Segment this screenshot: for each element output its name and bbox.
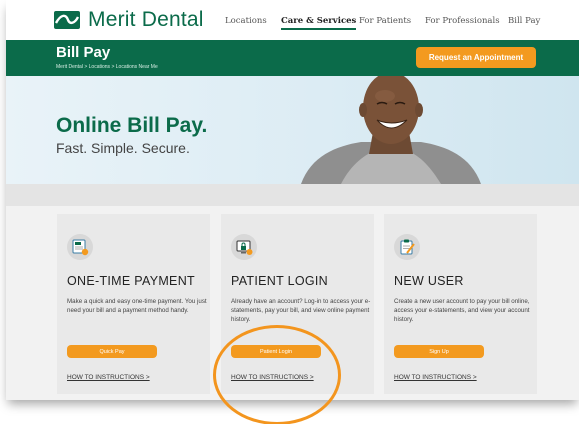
nav-for-patients[interactable]: For Patients bbox=[359, 16, 411, 26]
hero-banner: Online Bill Pay. Fast. Simple. Secure. bbox=[6, 76, 579, 184]
brand-name: Merit Dental bbox=[88, 8, 204, 31]
hero-title: Online Bill Pay. bbox=[56, 114, 208, 137]
breadcrumb[interactable]: Merit Dental > Locations > Locations Nea… bbox=[56, 64, 158, 70]
nav-locations[interactable]: Locations bbox=[225, 16, 267, 26]
card-one-time-payment: ONE-TIME PAYMENT Make a quick and easy o… bbox=[57, 214, 210, 394]
card-title: NEW USER bbox=[394, 274, 464, 288]
secure-login-icon bbox=[231, 234, 257, 260]
hero-smiling-man-image bbox=[301, 76, 481, 184]
sign-up-button[interactable]: Sign Up bbox=[394, 345, 484, 358]
top-navigation: Merit Dental Locations Care & Services F… bbox=[6, 0, 579, 40]
brand-logo[interactable]: Merit Dental bbox=[54, 8, 204, 32]
card-title: PATIENT LOGIN bbox=[231, 274, 328, 288]
quick-pay-button[interactable]: Quick Pay bbox=[67, 345, 157, 358]
divider-band bbox=[6, 184, 579, 206]
how-to-instructions-link[interactable]: HOW TO INSTRUCTIONS > bbox=[67, 374, 150, 381]
hero-subtitle: Fast. Simple. Secure. bbox=[56, 140, 190, 156]
card-title: ONE-TIME PAYMENT bbox=[67, 274, 195, 288]
card-description: Already have an account? Log-in to acces… bbox=[231, 298, 371, 323]
request-appointment-button[interactable]: Request an Appointment bbox=[416, 47, 536, 68]
page-title: Bill Pay bbox=[56, 44, 111, 61]
page-header-bar: Bill Pay Merit Dental > Locations > Loca… bbox=[6, 40, 579, 76]
card-description: Make a quick and easy one-time payment. … bbox=[67, 298, 207, 314]
nav-care-services[interactable]: Care & Services bbox=[281, 16, 357, 30]
nav-for-professionals[interactable]: For Professionals bbox=[425, 16, 500, 26]
clipboard-edit-icon bbox=[394, 234, 420, 260]
card-new-user: NEW USER Create a new user account to pa… bbox=[384, 214, 537, 394]
nav-bill-pay[interactable]: Bill Pay bbox=[508, 16, 540, 26]
how-to-instructions-link[interactable]: HOW TO INSTRUCTIONS > bbox=[394, 374, 477, 381]
bill-document-icon bbox=[67, 234, 93, 260]
highlight-circle-annotation bbox=[213, 325, 341, 424]
card-description: Create a new user account to pay your bi… bbox=[394, 298, 530, 323]
merit-logo-icon bbox=[54, 11, 80, 29]
